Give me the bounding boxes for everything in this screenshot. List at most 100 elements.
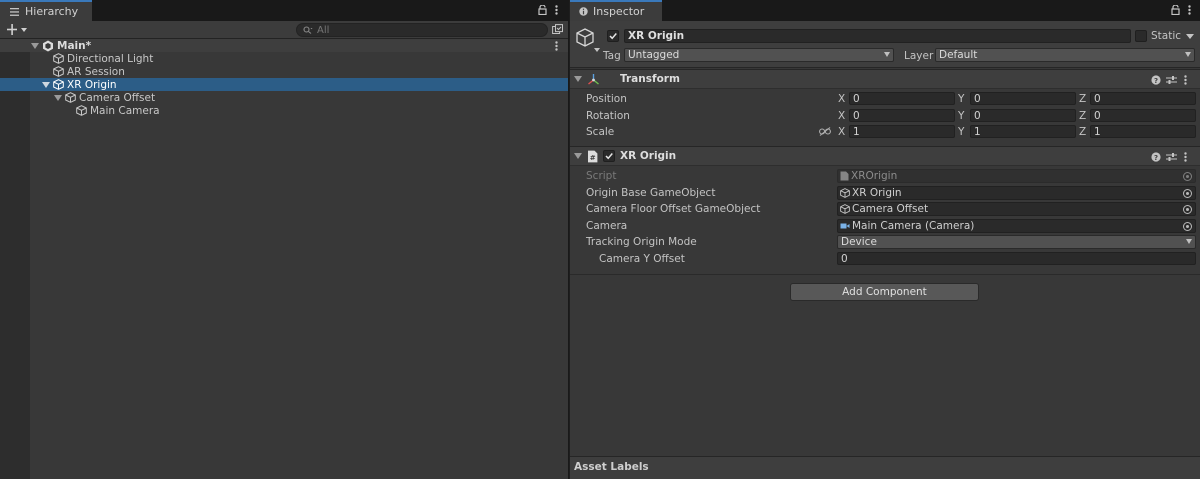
field-value: 0 <box>1094 92 1101 105</box>
svg-text:?: ? <box>1154 154 1158 162</box>
axis-y-label: Y <box>958 93 965 105</box>
scene-more-icon[interactable] <box>555 41 558 51</box>
hierarchy-panel: Hierarchy All Main* Directional Light AR… <box>0 0 568 479</box>
preset-icon[interactable] <box>1166 75 1177 85</box>
foldout-expanded-icon[interactable] <box>54 94 62 101</box>
foldout-expanded-icon[interactable] <box>574 76 582 82</box>
add-dropdown-button[interactable] <box>7 24 29 35</box>
hierarchy-toolbar: All <box>0 21 568 39</box>
gameobject-cube-icon <box>53 79 64 90</box>
component-more-icon[interactable] <box>1184 152 1187 162</box>
scene-row-main[interactable]: Main* <box>0 39 568 52</box>
hierarchy-item-label: Main Camera <box>90 104 160 117</box>
gameobject-cube-icon <box>65 92 76 103</box>
hierarchy-item-camera-offset[interactable]: Camera Offset <box>0 91 568 104</box>
active-checkbox[interactable] <box>607 30 619 42</box>
tab-hierarchy-label: Hierarchy <box>25 5 79 18</box>
hamburger-icon <box>10 7 19 16</box>
script-icon: # <box>587 150 598 163</box>
hierarchy-item-xr-origin[interactable]: XR Origin <box>0 78 568 91</box>
transform-component-header[interactable]: Transform ? <box>570 69 1200 89</box>
object-picker-icon[interactable] <box>1183 205 1192 214</box>
object-name-field[interactable]: XR Origin <box>624 29 1131 43</box>
position-z-field[interactable]: 0 <box>1090 92 1196 105</box>
more-options-icon[interactable] <box>555 5 558 15</box>
foldout-expanded-icon[interactable] <box>42 81 50 88</box>
hierarchy-search-field[interactable]: All <box>296 23 548 37</box>
layer-value: Default <box>939 49 978 61</box>
axis-z-label: Z <box>1079 110 1087 122</box>
asset-labels-bar[interactable]: Asset Labels <box>570 456 1200 479</box>
constrain-proportions-icon[interactable] <box>819 127 831 136</box>
hierarchy-item-main-camera[interactable]: Main Camera <box>0 104 568 117</box>
lock-icon[interactable] <box>538 5 547 15</box>
search-icon <box>303 26 313 34</box>
tab-hierarchy[interactable]: Hierarchy <box>0 0 92 21</box>
help-icon[interactable]: ? <box>1151 75 1161 85</box>
camera-floor-offset-field[interactable]: Camera Offset <box>837 202 1196 216</box>
tag-label: Tag <box>603 50 621 62</box>
field-value: 1 <box>974 125 981 138</box>
origin-base-field[interactable]: XR Origin <box>837 186 1196 200</box>
rotation-x-field[interactable]: 0 <box>849 109 955 122</box>
camera-icon <box>840 222 850 230</box>
layer-dropdown[interactable]: Default <box>935 48 1195 62</box>
object-picker-icon[interactable] <box>1183 189 1192 198</box>
more-options-icon[interactable] <box>1188 5 1191 15</box>
foldout-expanded-icon[interactable] <box>31 42 39 49</box>
hierarchy-item-label: Directional Light <box>67 52 154 65</box>
tracking-origin-mode-dropdown[interactable]: Device <box>837 235 1196 249</box>
scale-z-field[interactable]: 1 <box>1090 125 1196 138</box>
preset-icon[interactable] <box>1166 152 1177 162</box>
chevron-down-icon <box>1185 52 1191 57</box>
camera-y-offset-field[interactable]: 0 <box>837 252 1196 265</box>
object-picker-icon[interactable] <box>1183 222 1192 231</box>
scale-x-field[interactable]: 1 <box>849 125 955 138</box>
lock-icon[interactable] <box>1171 5 1180 15</box>
gameobject-large-icon[interactable] <box>575 27 601 53</box>
position-y-field[interactable]: 0 <box>970 92 1076 105</box>
axis-z-label: Z <box>1079 126 1087 138</box>
gameobject-cube-icon <box>53 66 64 77</box>
axis-x-label: X <box>838 126 846 138</box>
tracking-origin-mode-value: Device <box>841 236 877 248</box>
position-label: Position <box>586 93 627 105</box>
component-more-icon[interactable] <box>1184 75 1187 85</box>
gameobject-cube-icon <box>840 188 850 198</box>
object-header: XR Origin Static Tag Untagged Layer Defa… <box>570 21 1200 68</box>
field-value: 0 <box>974 109 981 122</box>
camera-y-offset-value: 0 <box>841 252 848 265</box>
scale-y-field[interactable]: 1 <box>970 125 1076 138</box>
rotation-label: Rotation <box>586 110 630 122</box>
gameobject-cube-icon <box>840 204 850 214</box>
rotation-z-field[interactable]: 0 <box>1090 109 1196 122</box>
rotation-y-field[interactable]: 0 <box>970 109 1076 122</box>
help-icon[interactable]: ? <box>1151 152 1161 162</box>
transform-icon <box>587 73 600 86</box>
static-dropdown-icon[interactable] <box>1186 34 1194 39</box>
field-value: 1 <box>853 125 860 138</box>
axis-x-label: X <box>838 110 846 122</box>
static-label: Static <box>1151 30 1182 42</box>
camera-value: Main Camera (Camera) <box>852 220 975 232</box>
hierarchy-item-directional-light[interactable]: Directional Light <box>0 52 568 65</box>
info-icon <box>579 7 588 16</box>
tag-dropdown[interactable]: Untagged <box>624 48 894 62</box>
foldout-expanded-icon[interactable] <box>574 153 582 159</box>
static-checkbox[interactable] <box>1135 30 1147 42</box>
origin-base-label: Origin Base GameObject <box>586 187 716 199</box>
object-picker-icon <box>1183 172 1192 181</box>
component-enabled-checkbox[interactable] <box>603 150 615 162</box>
xr-origin-component-header[interactable]: # XR Origin ? <box>570 146 1200 166</box>
transform-title: Transform <box>620 73 680 85</box>
position-x-field[interactable]: 0 <box>849 92 955 105</box>
hierarchy-item-ar-session[interactable]: AR Session <box>0 65 568 78</box>
add-component-button[interactable]: Add Component <box>790 283 979 301</box>
camera-label: Camera <box>586 220 628 232</box>
scene-visibility-icon[interactable] <box>552 24 563 35</box>
chevron-down-icon <box>1186 239 1192 244</box>
tab-inspector[interactable]: Inspector <box>570 0 662 21</box>
axis-z-label: Z <box>1079 93 1087 105</box>
scale-label: Scale <box>586 126 615 138</box>
camera-field[interactable]: Main Camera (Camera) <box>837 219 1196 233</box>
